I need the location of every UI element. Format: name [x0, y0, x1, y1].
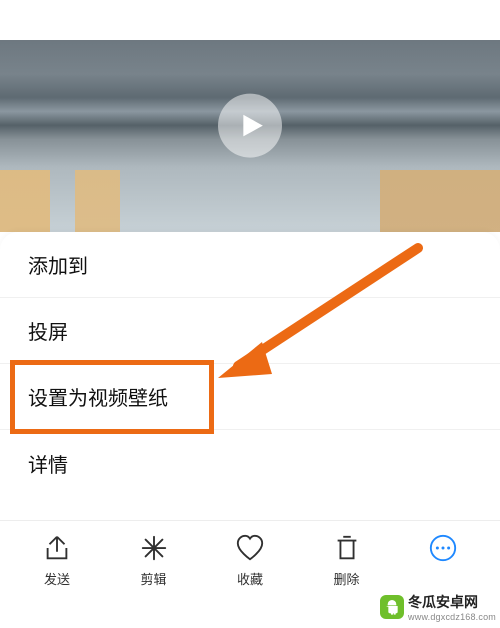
sparkle-icon — [139, 533, 169, 563]
more-icon — [428, 533, 458, 563]
tool-send[interactable]: 发送 — [22, 533, 92, 588]
trash-icon — [332, 533, 362, 563]
share-icon — [42, 533, 72, 563]
menu-item-label: 添加到 — [28, 250, 88, 279]
tool-label: 发送 — [44, 569, 70, 588]
tool-label: 剪辑 — [140, 569, 166, 588]
tool-label — [441, 569, 445, 584]
action-sheet: 添加到 投屏 设置为视频壁纸 详情 — [0, 232, 500, 520]
play-icon — [239, 113, 265, 139]
menu-item-label: 设置为视频壁纸 — [28, 382, 168, 411]
tool-more[interactable] — [408, 533, 478, 584]
bottom-toolbar: 发送 剪辑 收藏 删除 — [0, 520, 500, 628]
whitespace-top — [0, 0, 500, 40]
screen: 添加到 投屏 设置为视频壁纸 详情 发送 剪辑 — [0, 0, 500, 628]
menu-item-details[interactable]: 详情 — [0, 430, 500, 496]
tool-delete[interactable]: 删除 — [312, 533, 382, 588]
play-button[interactable] — [218, 94, 282, 158]
video-preview[interactable] — [0, 0, 500, 232]
menu-item-set-video-wallpaper[interactable]: 设置为视频壁纸 — [0, 364, 500, 430]
menu-item-label: 详情 — [28, 449, 68, 478]
menu-item-label: 投屏 — [28, 316, 68, 345]
tool-favorite[interactable]: 收藏 — [215, 533, 285, 588]
menu-item-cast[interactable]: 投屏 — [0, 298, 500, 364]
tool-label: 收藏 — [237, 569, 263, 588]
menu-item-add-to[interactable]: 添加到 — [0, 232, 500, 298]
heart-icon — [235, 533, 265, 563]
tool-edit[interactable]: 剪辑 — [119, 533, 189, 588]
tool-label: 删除 — [333, 569, 359, 588]
